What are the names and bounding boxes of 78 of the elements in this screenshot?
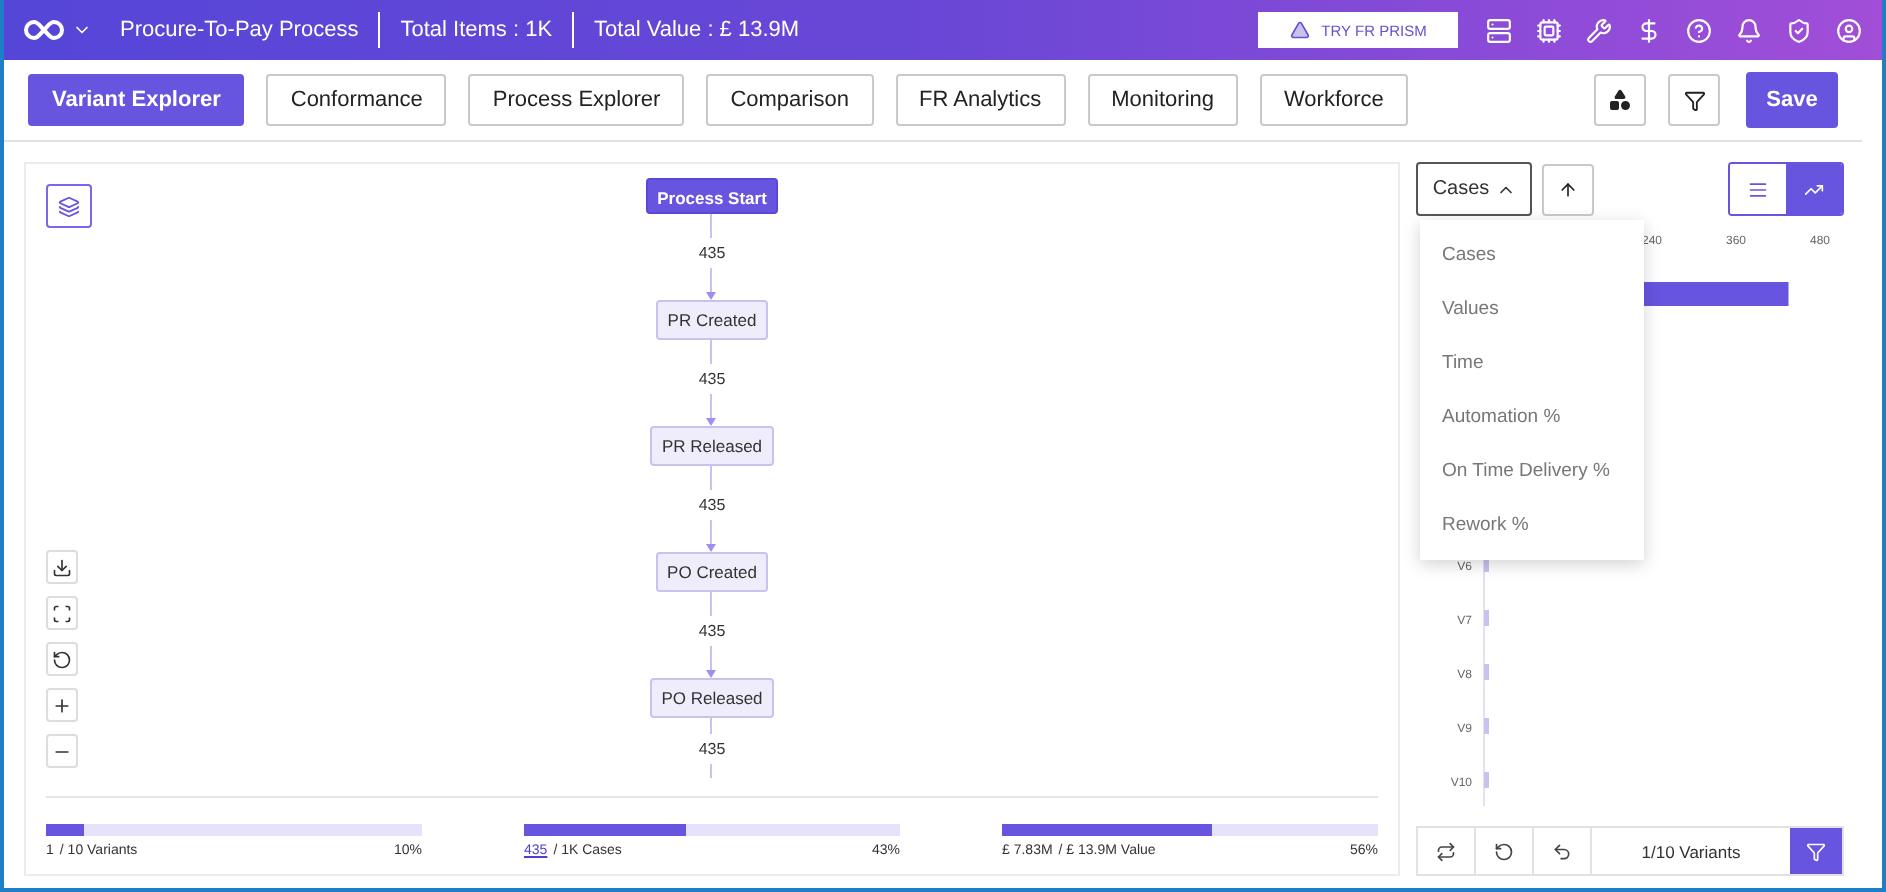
edge-line <box>710 340 713 364</box>
filter-button[interactable] <box>1668 74 1720 126</box>
activity-node[interactable]: PO Released <box>649 678 775 718</box>
tab[interactable]: Comparison <box>706 74 873 126</box>
activity-node[interactable]: PR Released <box>649 426 775 466</box>
edge-line <box>710 394 713 418</box>
activity-node[interactable]: PO Created <box>655 552 769 592</box>
tab[interactable]: FR Analytics <box>895 74 1066 126</box>
process-name: Procure-To-Pay Process <box>120 18 359 42</box>
filter-icon <box>1806 841 1826 861</box>
filter-add-button[interactable] <box>1790 828 1842 874</box>
menu-item[interactable]: Time <box>1420 336 1644 390</box>
layers-icon <box>58 195 80 217</box>
filter-icon <box>1683 89 1705 111</box>
tools-icon[interactable] <box>1586 17 1612 43</box>
logo-icon <box>24 18 64 42</box>
fit-view-button[interactable] <box>46 596 78 630</box>
arrow-icon <box>706 544 717 552</box>
edge-line <box>710 214 713 238</box>
zoom-in-button[interactable] <box>46 688 78 722</box>
metric-dropdown[interactable]: Cases <box>1416 162 1532 216</box>
download-icon <box>52 557 72 577</box>
sort-button[interactable] <box>1542 163 1594 215</box>
shapes-icon <box>1608 88 1632 112</box>
edge-line <box>710 466 713 490</box>
arrow-icon <box>706 418 717 426</box>
menu-item[interactable]: Values <box>1420 282 1644 336</box>
repeat-icon <box>1436 841 1456 861</box>
arrow-icon <box>706 292 717 300</box>
edge-line <box>710 646 713 670</box>
prism-icon <box>1289 20 1310 40</box>
edge-line <box>710 592 713 616</box>
reset-button[interactable] <box>46 642 78 676</box>
dollar-icon[interactable] <box>1636 17 1662 43</box>
fit-view-icon <box>52 603 72 623</box>
reset-icon <box>52 649 72 669</box>
menu-item[interactable]: Automation % <box>1420 390 1644 444</box>
edge-line <box>710 268 713 292</box>
save-button[interactable]: Save <box>1746 72 1838 128</box>
notification-icon[interactable] <box>1736 17 1762 43</box>
menu-item[interactable]: Cases <box>1420 228 1644 282</box>
edge-label: 435 <box>698 620 726 644</box>
undo-icon <box>1552 841 1572 861</box>
tab[interactable]: Variant Explorer <box>28 74 245 126</box>
tab[interactable]: Conformance <box>266 74 447 126</box>
list-icon <box>1748 179 1768 199</box>
help-icon[interactable] <box>1686 17 1712 43</box>
total-items: Total Items : 1K <box>400 18 553 42</box>
user-icon[interactable] <box>1836 17 1862 43</box>
tab[interactable]: Monitoring <box>1087 74 1238 126</box>
edge-label: 435 <box>698 494 726 518</box>
shapes-button[interactable] <box>1594 74 1646 126</box>
trend-icon <box>1804 179 1824 199</box>
arrow-icon <box>706 670 717 678</box>
reset-icon <box>1494 841 1514 861</box>
shield-icon[interactable] <box>1786 17 1812 43</box>
chip-icon[interactable] <box>1536 17 1562 43</box>
tab[interactable]: Workforce <box>1260 74 1408 126</box>
variants-counter: 1/10 Variants <box>1639 839 1743 865</box>
zoom-in-icon <box>52 695 72 715</box>
edge-line <box>710 718 713 733</box>
zoom-out-button[interactable] <box>46 734 78 768</box>
edge-line <box>710 763 713 778</box>
menu-item[interactable]: On Time Delivery % <box>1420 444 1644 498</box>
start-node[interactable]: Process Start <box>645 178 779 214</box>
download-button[interactable] <box>46 550 78 584</box>
edge-label: 435 <box>698 737 726 761</box>
edge-label: 435 <box>698 242 726 266</box>
activity-node[interactable]: PR Created <box>655 300 769 340</box>
menu-item[interactable]: Rework % <box>1420 498 1644 552</box>
edge-line <box>710 520 713 544</box>
server-icon[interactable] <box>1486 17 1512 43</box>
layers-button[interactable] <box>46 184 92 228</box>
total-value: Total Value : £ 13.9M <box>594 18 800 42</box>
arrow-up-icon <box>1558 179 1578 199</box>
trend-view-button[interactable] <box>1786 164 1842 214</box>
edge-label: 435 <box>698 368 726 392</box>
tab[interactable]: Process Explorer <box>468 74 685 126</box>
